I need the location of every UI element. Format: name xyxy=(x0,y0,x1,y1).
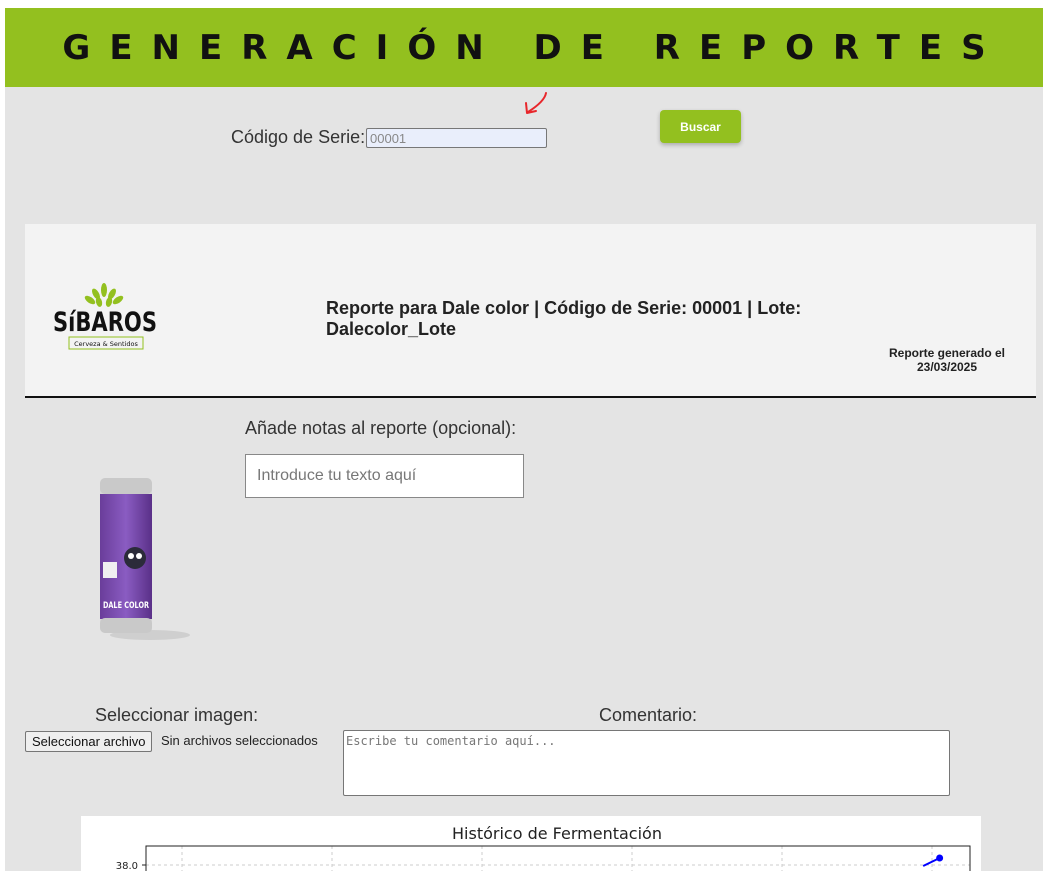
sibaros-logo: SíBAROS Cerveza & Sentidos xyxy=(53,283,157,350)
report-title: Reporte para Dale color | Código de Seri… xyxy=(326,298,802,339)
page-title: GENERACIÓN DE REPORTES xyxy=(62,27,1005,68)
chart-point xyxy=(936,854,944,862)
y-tick-label: 38.0 xyxy=(116,861,138,871)
notes-label: Añade notas al reporte (opcional): xyxy=(245,418,517,438)
svg-text:Cerveza & Sentidos: Cerveza & Sentidos xyxy=(74,340,138,348)
svg-text:SíBAROS: SíBAROS xyxy=(53,307,157,338)
select-image-label: Seleccionar imagen: xyxy=(95,705,259,725)
report-generated-date: Reporte generado el 23/03/2025 xyxy=(888,346,1006,374)
serial-code-label: Código de Serie: xyxy=(231,127,366,147)
select-file-button[interactable]: Seleccionar archivo xyxy=(25,731,153,752)
beer-can-image: DALE COLOR xyxy=(100,478,190,640)
comment-textarea[interactable] xyxy=(343,730,950,796)
serial-code-input[interactable] xyxy=(366,128,547,148)
annotation-arrow-icon xyxy=(525,92,547,114)
header-banner: GENERACIÓN DE REPORTES xyxy=(5,8,1043,87)
report-header-panel: SíBAROS Cerveza & Sentidos Reporte para … xyxy=(25,224,1036,398)
chart-title: Histórico de Fermentación xyxy=(452,824,662,843)
search-button[interactable]: Buscar xyxy=(660,110,741,143)
fermentation-chart: Histórico de Fermentación 38.0 xyxy=(81,816,981,871)
comment-label: Comentario: xyxy=(599,705,698,725)
svg-text:DALE COLOR: DALE COLOR xyxy=(103,601,149,611)
notes-input[interactable] xyxy=(245,454,524,498)
file-status-text: Sin archivos seleccionados xyxy=(161,733,318,748)
